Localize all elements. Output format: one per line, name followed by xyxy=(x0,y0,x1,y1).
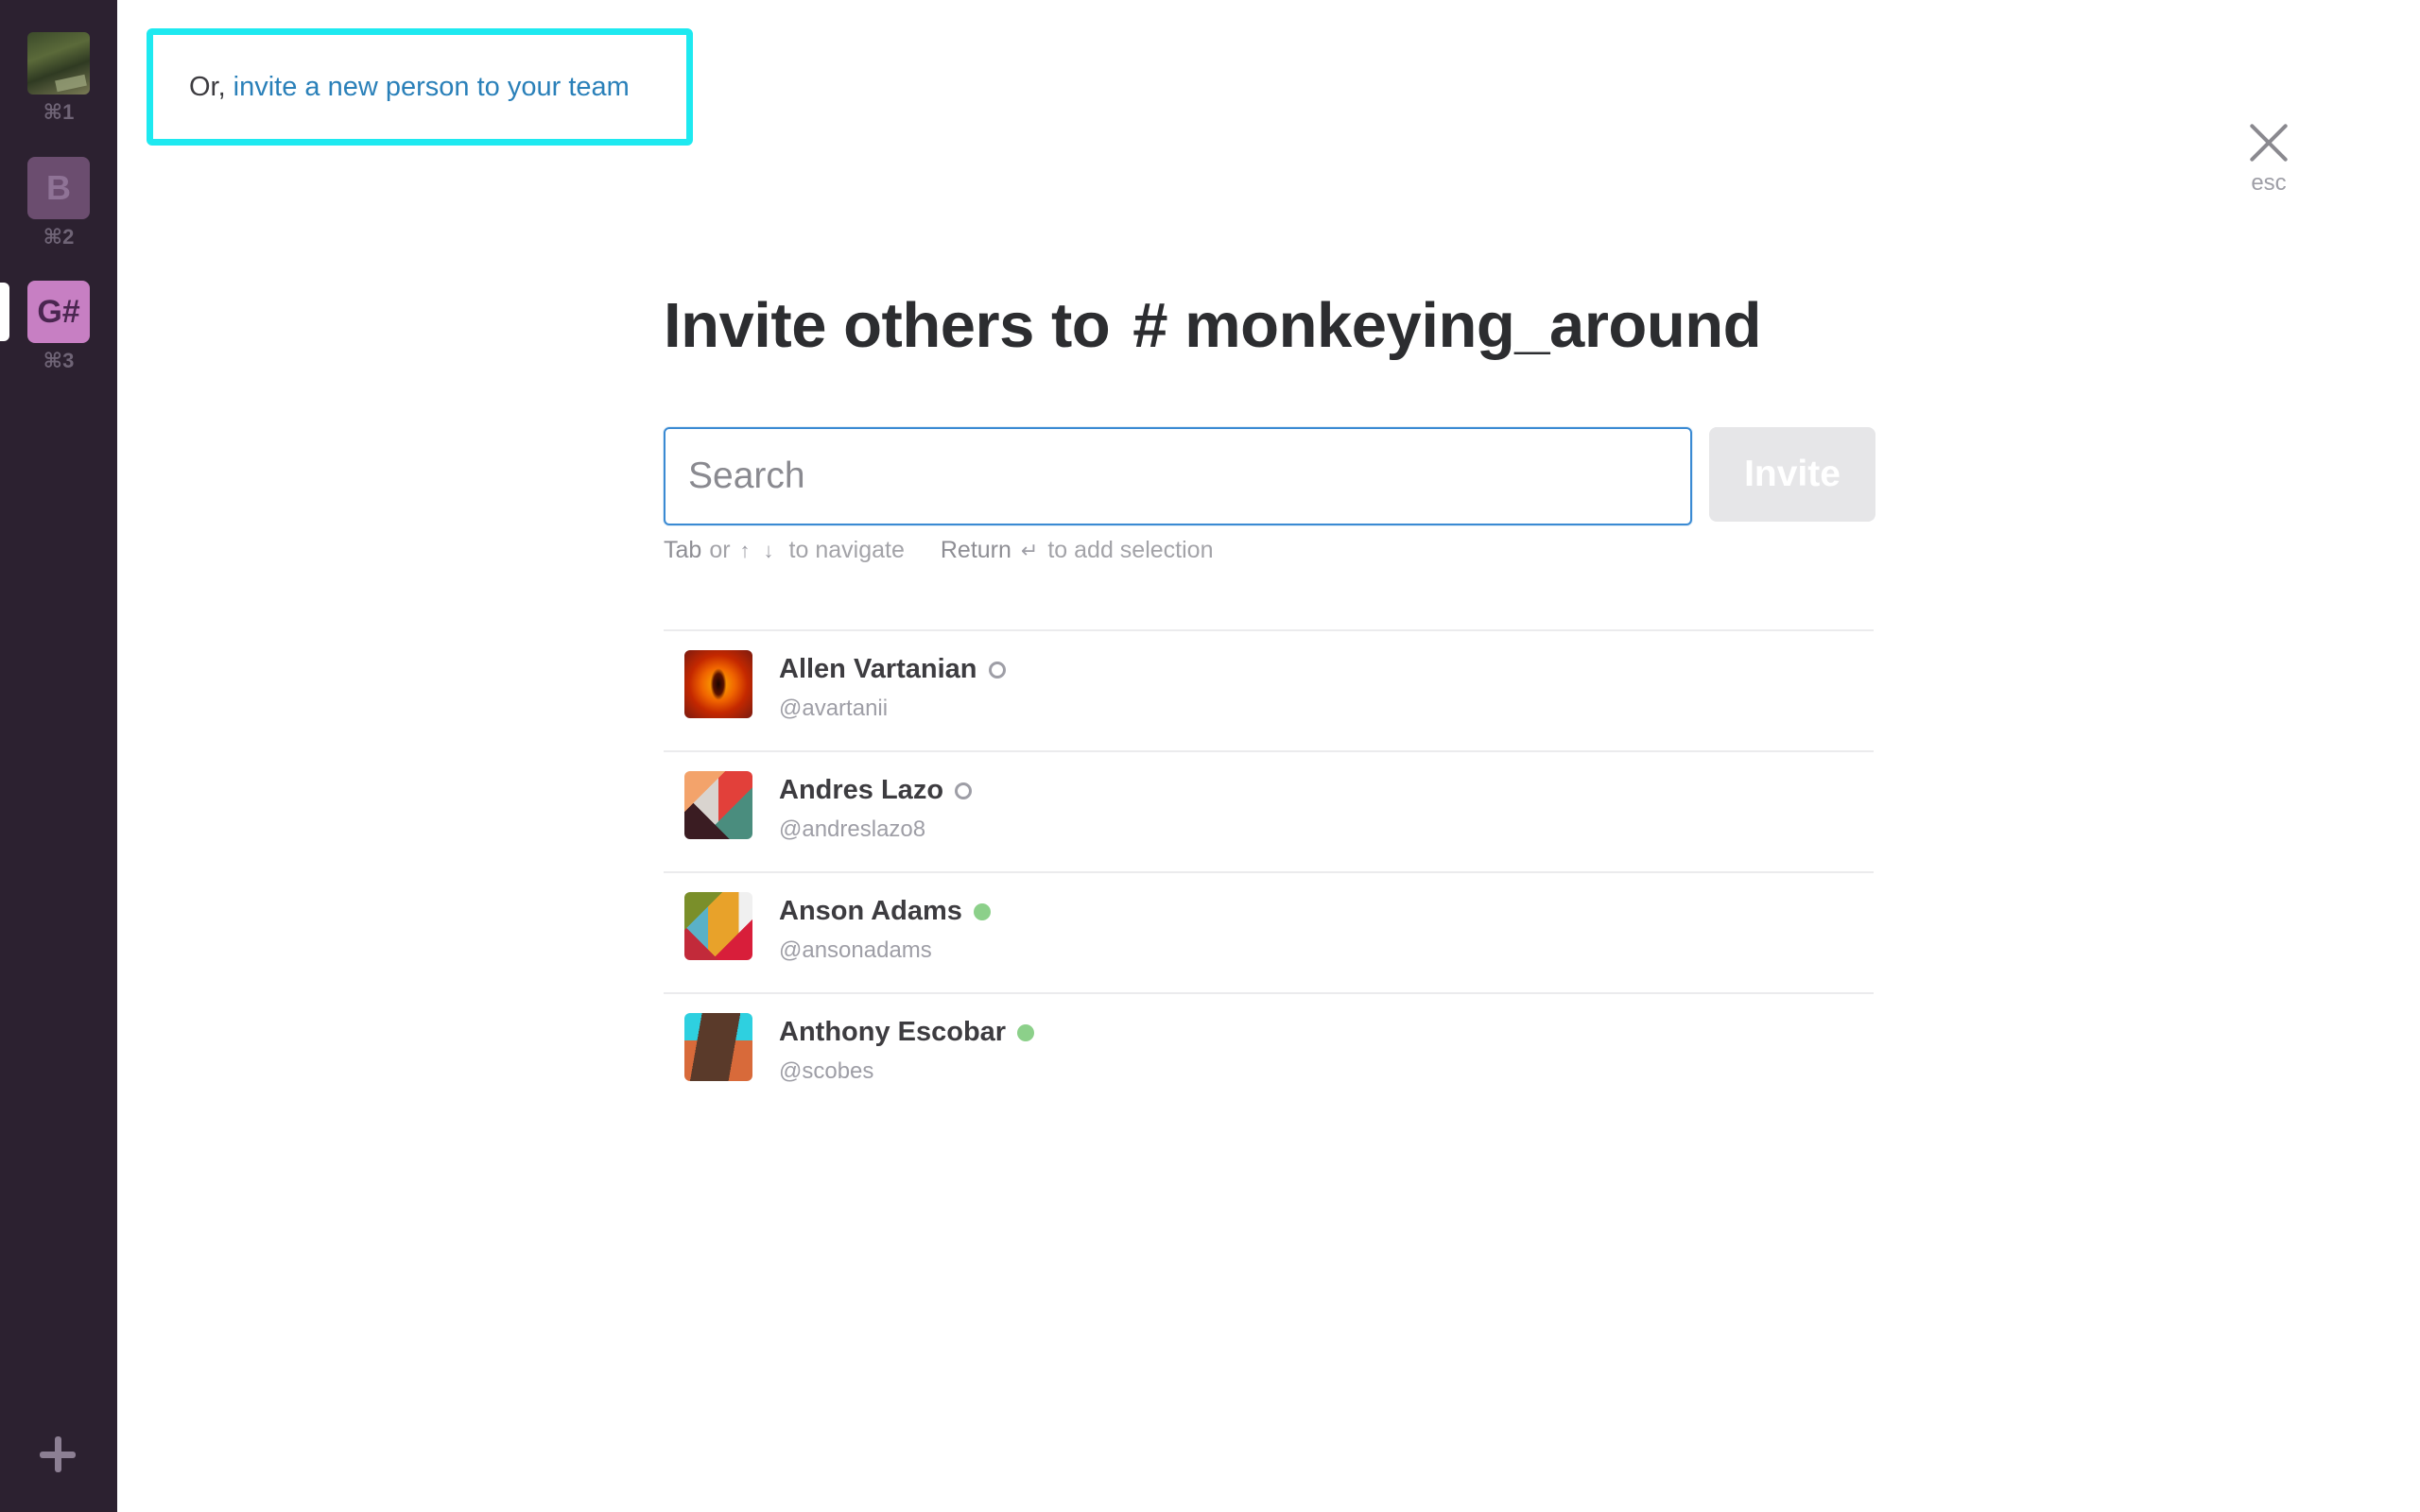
member-handle: @avartanii xyxy=(779,696,889,721)
team-shortcut-1: ⌘1 xyxy=(43,100,75,124)
member-row[interactable]: Allen Vartanian @avartanii xyxy=(664,629,1874,750)
hint-return: Return xyxy=(940,537,1011,563)
return-icon: ↵ xyxy=(1020,538,1039,562)
presence-active-icon xyxy=(1017,1023,1035,1041)
member-name-row: Anthony Escobar xyxy=(779,1017,1035,1048)
arrow-down-icon: ↓ xyxy=(763,538,774,562)
keyboard-hint: Tab or ↑ ↓ to navigate Return ↵ to add s… xyxy=(664,537,1213,564)
team-shortcut-3: ⌘3 xyxy=(43,349,75,372)
invite-new-person-callout: Or, invite a new person to your team xyxy=(147,28,693,146)
team-switcher-2[interactable]: B ⌘2 xyxy=(27,157,90,249)
callout-prefix: Or, xyxy=(189,71,226,102)
hint-navigate: to navigate xyxy=(788,537,905,563)
arrow-up-icon: ↑ xyxy=(739,538,751,562)
hint-add: to add selection xyxy=(1047,537,1214,563)
avatar xyxy=(684,771,752,839)
team-avatar-3[interactable]: G# xyxy=(27,281,90,343)
member-name: Anson Adams xyxy=(779,896,962,926)
team-avatar-2[interactable]: B xyxy=(27,157,90,219)
member-list: Allen Vartanian @avartanii Andres Lazo @… xyxy=(664,629,1874,1113)
team-switcher-3[interactable]: G# ⌘3 xyxy=(27,281,90,373)
member-name: Allen Vartanian xyxy=(779,654,977,684)
team-sidebar: ⌘1 B ⌘2 G# ⌘3 xyxy=(0,0,117,1512)
hint-tab: Tab xyxy=(664,537,702,563)
presence-away-icon xyxy=(988,661,1006,679)
active-team-marker xyxy=(0,283,9,341)
member-row[interactable]: Anthony Escobar @scobes xyxy=(664,992,1874,1113)
member-name-row: Anson Adams xyxy=(779,896,991,927)
team-avatar-1[interactable] xyxy=(27,32,90,94)
member-name-row: Allen Vartanian xyxy=(779,654,1006,685)
member-name: Anthony Escobar xyxy=(779,1017,1007,1047)
member-handle: @andreslazo8 xyxy=(779,816,926,842)
invite-button[interactable]: Invite xyxy=(1709,427,1876,522)
member-handle: @ansonadams xyxy=(779,937,932,963)
team-switcher-1[interactable]: ⌘1 xyxy=(27,32,90,125)
member-name: Andres Lazo xyxy=(779,775,944,805)
esc-label: esc xyxy=(2251,170,2287,196)
search-input[interactable] xyxy=(664,427,1692,525)
close-button[interactable]: esc xyxy=(2240,117,2297,202)
invite-new-person-link[interactable]: invite a new person to your team xyxy=(233,72,630,103)
close-icon[interactable] xyxy=(2248,121,2290,163)
plus-icon[interactable] xyxy=(36,1433,79,1476)
channel-name: # monkeying_around xyxy=(1132,290,1762,361)
avatar xyxy=(684,650,752,718)
presence-away-icon xyxy=(955,782,973,799)
page-title: Invite others to # monkeying_around xyxy=(664,289,1762,362)
member-row[interactable]: Andres Lazo @andreslazo8 xyxy=(664,750,1874,871)
title-text: Invite others to xyxy=(664,290,1111,361)
team-shortcut-2: ⌘2 xyxy=(43,225,75,249)
hint-or: or xyxy=(709,537,731,563)
presence-active-icon xyxy=(973,902,991,920)
member-name-row: Andres Lazo xyxy=(779,775,973,806)
member-handle: @scobes xyxy=(779,1058,874,1084)
avatar xyxy=(684,1013,752,1081)
avatar xyxy=(684,892,752,960)
member-row[interactable]: Anson Adams @ansonadams xyxy=(664,871,1874,992)
